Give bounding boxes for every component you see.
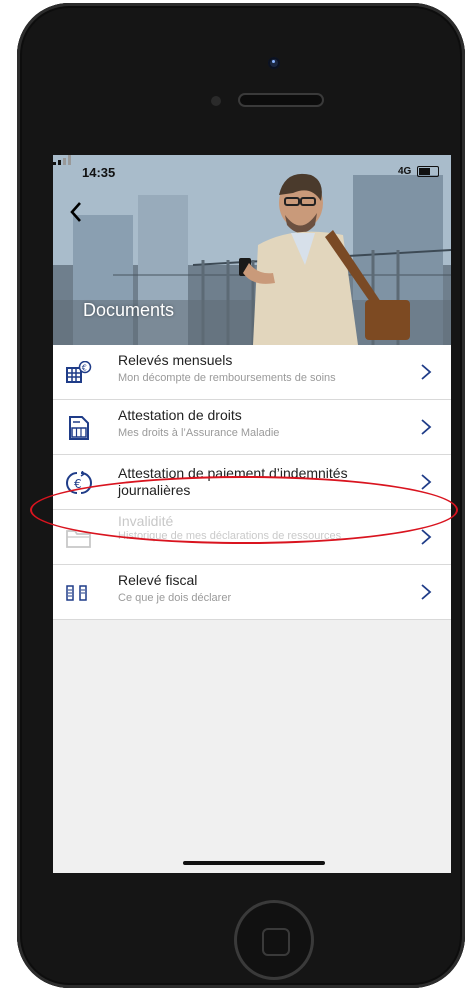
item-title: Relevé fiscal [118,572,198,588]
item-title: Relevés mensuels [118,352,233,368]
svg-text:€: € [82,364,87,373]
tax-statement-icon [66,585,87,601]
monthly-statement-icon: € [66,361,92,383]
home-button[interactable] [237,903,311,977]
item-subtitle: Mes droits à l’Assurance Maladie [118,427,280,439]
proximity-sensor [211,96,221,106]
page-title: Documents [83,300,175,320]
front-camera [268,57,280,69]
item-subtitle: Ce que je dois déclarer [118,592,232,604]
back-button[interactable] [63,197,93,227]
chevron-right-icon [421,419,432,435]
home-indicator[interactable] [183,861,325,865]
item-subtitle: Mon décompte de remboursements de soins [118,372,336,384]
status-time: 14:35 [82,165,116,180]
rights-certificate-icon [69,416,89,440]
signal-icon [53,155,71,165]
item-title: Attestation de droits [118,407,242,423]
chevron-right-icon [421,529,432,545]
header-banner: 14:35 4G Documents [53,155,451,345]
network-type: 4G [398,166,412,177]
list-item-releve-fiscal[interactable]: Relevé fiscal Ce que je dois déclarer [53,565,451,620]
chevron-left-icon [70,202,81,222]
list-item-releves-mensuels[interactable]: € Relevés mensuels Mon décompte de rembo… [53,345,451,400]
chevron-right-icon [421,364,432,380]
earpiece-speaker [240,95,322,105]
battery-icon [417,166,439,177]
highlight-circle-annotation [30,476,458,544]
list-item-attestation-droits[interactable]: Attestation de droits Mes droits à l’Ass… [53,400,451,455]
chevron-right-icon [421,474,432,490]
chevron-right-icon [421,584,432,600]
